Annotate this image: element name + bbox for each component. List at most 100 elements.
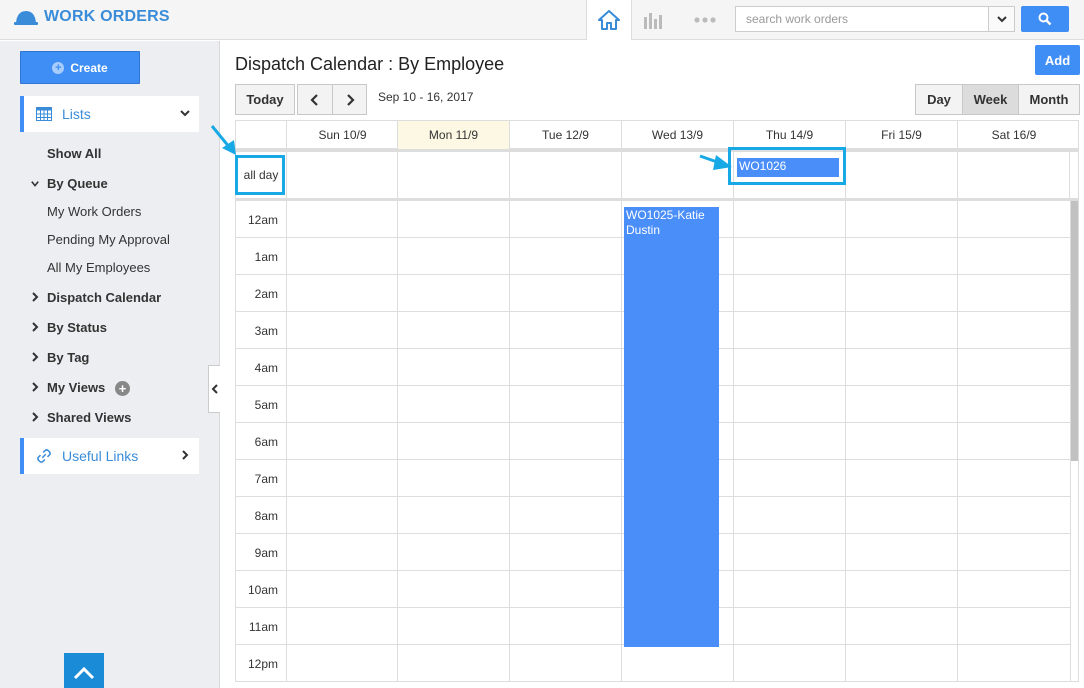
- annotation-arrow-icon: [210, 125, 236, 155]
- reports-button[interactable]: [640, 8, 668, 32]
- chevron-down-icon: [996, 15, 1007, 22]
- hour-label: 6am: [254, 434, 278, 449]
- day-header: Sat 16/9: [957, 121, 1070, 149]
- hour-label: 7am: [254, 471, 278, 486]
- link-icon: [37, 449, 51, 463]
- week-calendar: Sun 10/9 Mon 11/9 Tue 12/9 Wed 13/9 Thu …: [235, 120, 1079, 682]
- calendar-scrollbar[interactable]: [1070, 201, 1078, 461]
- hour-label: 10am: [247, 582, 278, 597]
- chevron-right-icon: [32, 382, 39, 392]
- sidebar-item-all-employees[interactable]: All My Employees: [47, 260, 150, 275]
- sidebar-item-pending-approval[interactable]: Pending My Approval: [47, 232, 170, 247]
- all-day-cell[interactable]: [286, 152, 398, 198]
- highlight-box: [728, 147, 846, 185]
- day-header: Tue 12/9: [509, 121, 621, 149]
- app-title: WORK ORDERS: [44, 8, 170, 25]
- day-header: Thu 14/9: [733, 121, 845, 149]
- hour-label: 8am: [254, 508, 278, 523]
- chevron-right-icon: [32, 292, 39, 302]
- hour-label: 4am: [254, 360, 278, 375]
- add-view-icon[interactable]: +: [115, 381, 130, 396]
- day-header: Fri 15/9: [845, 121, 957, 149]
- top-bar: WORK ORDERS: [0, 0, 1084, 40]
- search-dropdown[interactable]: [988, 7, 1014, 31]
- day-divider: [845, 201, 846, 681]
- day-divider: [509, 201, 510, 681]
- time-grid: 12am 1am 2am 3am 4am 5am 6am 7am 8am 9am…: [236, 201, 1078, 681]
- helmet-icon: [14, 11, 38, 25]
- chevron-left-icon: [211, 384, 218, 394]
- chevron-down-icon: [180, 110, 190, 117]
- sidebar-item-by-queue[interactable]: By Queue: [47, 176, 108, 191]
- sidebar-item-shared-views[interactable]: Shared Views: [47, 410, 131, 425]
- home-button[interactable]: [586, 0, 632, 40]
- sidebar-item-my-work-orders[interactable]: My Work Orders: [47, 204, 141, 219]
- next-week-button[interactable]: [332, 84, 367, 115]
- hour-row[interactable]: 12pm: [236, 645, 1070, 681]
- day-divider: [957, 201, 958, 681]
- create-label: Create: [70, 60, 108, 75]
- sidebar-item-by-status[interactable]: By Status: [47, 320, 107, 335]
- hour-label: 12am: [247, 212, 278, 227]
- home-icon: [598, 10, 620, 30]
- prev-week-button[interactable]: [297, 84, 333, 115]
- lists-panel[interactable]: Lists: [20, 96, 199, 132]
- calendar-grid-icon: [36, 107, 52, 121]
- chevron-right-icon: [32, 352, 39, 362]
- collapse-sidebar-button[interactable]: [208, 365, 220, 413]
- all-day-cell[interactable]: [845, 152, 957, 198]
- hour-label: 3am: [254, 323, 278, 338]
- date-range: Sep 10 - 16, 2017: [378, 90, 474, 104]
- all-day-cell[interactable]: [397, 152, 509, 198]
- day-divider: [286, 201, 287, 681]
- more-icon: [694, 17, 716, 23]
- chevron-right-icon: [32, 412, 39, 422]
- day-header: Sun 10/9: [286, 121, 398, 149]
- view-week-button[interactable]: Week: [962, 84, 1019, 115]
- page-title: Dispatch Calendar : By Employee: [235, 54, 505, 74]
- sidebar: + Create Lists Show All By Queue My Work…: [0, 41, 220, 688]
- sidebar-item-my-views[interactable]: My Views: [47, 380, 105, 395]
- all-day-cell[interactable]: [957, 152, 1070, 198]
- create-button[interactable]: + Create: [20, 51, 140, 84]
- all-day-cell[interactable]: [509, 152, 621, 198]
- all-day-row: [236, 149, 1078, 201]
- calendar-header: Sun 10/9 Mon 11/9 Tue 12/9 Wed 13/9 Thu …: [236, 121, 1078, 149]
- lists-label: Lists: [62, 106, 91, 122]
- day-divider: [621, 201, 622, 681]
- scroll-to-top-button[interactable]: [64, 653, 104, 688]
- sidebar-item-dispatch-calendar[interactable]: Dispatch Calendar: [47, 290, 161, 305]
- useful-links-label: Useful Links: [62, 448, 139, 464]
- hour-label: 1am: [254, 249, 278, 264]
- view-day-button[interactable]: Day: [915, 84, 963, 115]
- hour-label: 9am: [254, 545, 278, 560]
- search-icon: [1038, 12, 1052, 26]
- today-button[interactable]: Today: [235, 84, 295, 115]
- hour-label: 12pm: [247, 656, 278, 671]
- more-button[interactable]: [688, 8, 722, 32]
- chevron-right-icon: [346, 93, 355, 106]
- day-header: Mon 11/9: [397, 121, 509, 149]
- view-month-button[interactable]: Month: [1018, 84, 1080, 115]
- chart-icon: [644, 13, 662, 29]
- search-input[interactable]: [736, 7, 986, 31]
- add-button[interactable]: Add: [1035, 45, 1080, 75]
- chevron-up-icon: [73, 666, 95, 680]
- chevron-down-icon: [31, 181, 39, 187]
- event-wo1025[interactable]: WO1025-Katie Dustin: [624, 207, 719, 647]
- useful-links-panel[interactable]: Useful Links: [20, 438, 199, 474]
- day-divider: [397, 201, 398, 681]
- hour-label: 5am: [254, 397, 278, 412]
- search-button[interactable]: [1021, 6, 1069, 32]
- plus-icon: +: [52, 61, 65, 74]
- sidebar-item-show-all[interactable]: Show All: [47, 146, 101, 161]
- day-header: Wed 13/9: [621, 121, 733, 149]
- sidebar-item-by-tag[interactable]: By Tag: [47, 350, 89, 365]
- search-box: [735, 6, 1015, 32]
- chevron-right-icon: [32, 322, 39, 332]
- hour-label: 2am: [254, 286, 278, 301]
- brand[interactable]: WORK ORDERS: [14, 8, 170, 26]
- chevron-left-icon: [310, 93, 318, 106]
- day-divider: [733, 201, 734, 681]
- annotation-arrow-icon: [699, 154, 732, 170]
